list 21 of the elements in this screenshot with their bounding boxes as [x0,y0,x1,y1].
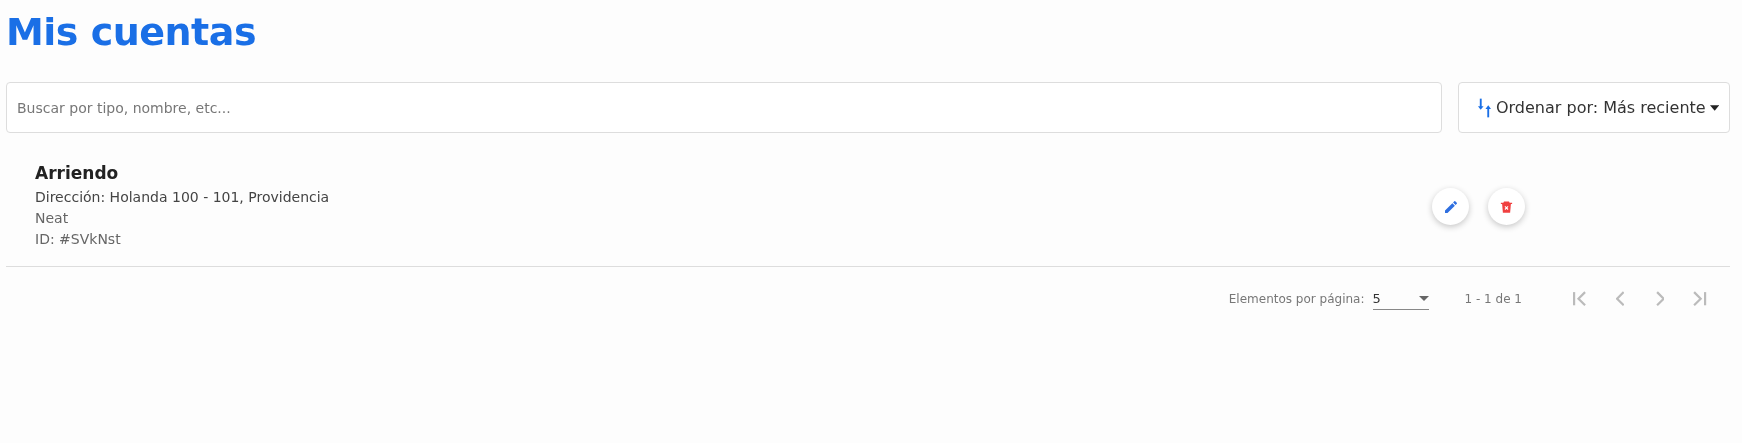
page-size-select[interactable]: 5 [1372,288,1429,310]
edit-button[interactable] [1432,188,1469,225]
delete-button[interactable] [1488,188,1525,225]
chevron-icon [1615,291,1625,307]
page-size-label: Elementos por página: [1228,292,1365,306]
chevron-icon [1655,291,1665,307]
account-address: Dirección: Holanda 100 - 101, Providencia [35,188,330,207]
page-title: Mis cuentas [6,10,258,54]
account-name: Arriendo [35,163,119,183]
sort-arrows-icon [1477,96,1492,119]
bar-chevron-icon [1573,291,1587,307]
search-field[interactable]: Buscar por tipo, nombre, etc... [6,82,1442,133]
bar-chevron-icon [1693,291,1707,307]
pencil-icon [1442,198,1459,215]
account-provider: Neat [35,209,69,228]
trash-icon [1499,198,1514,215]
caret-icon [1709,104,1719,111]
sort-button[interactable]: Ordenar por: Más reciente [1458,82,1730,133]
page-range: 1 - 1 de 1 [1464,292,1522,306]
account-id: ID: #SVkNst [35,230,121,249]
caret-icon [1418,296,1429,301]
